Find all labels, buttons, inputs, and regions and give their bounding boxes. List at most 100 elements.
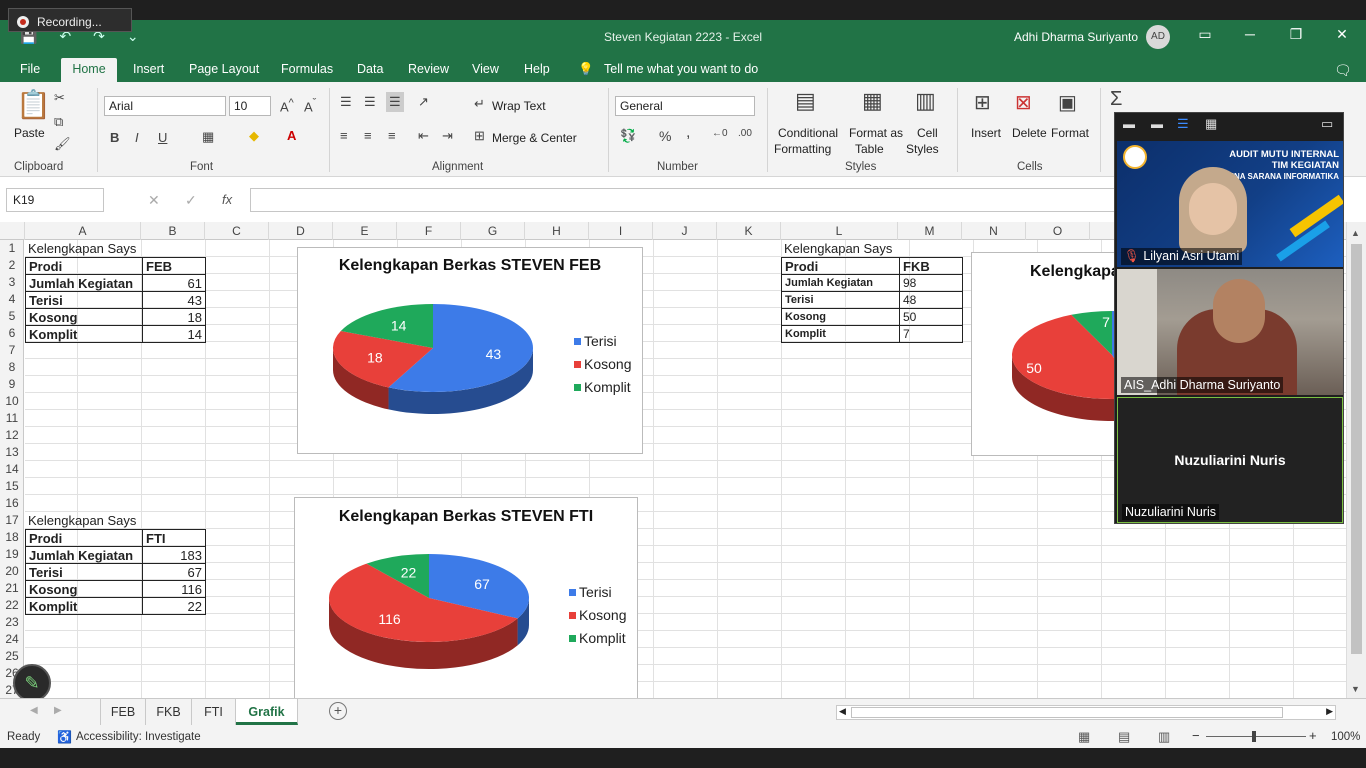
conditional-formatting-button[interactable]: Conditional xyxy=(778,126,838,140)
name-box[interactable]: K19 xyxy=(6,188,104,212)
cut-icon[interactable]: ✂ xyxy=(54,90,65,106)
increase-decimal-icon[interactable]: ←0 xyxy=(712,128,728,139)
tab-data[interactable]: Data xyxy=(357,62,383,76)
insert-function-button[interactable]: fx xyxy=(222,192,232,207)
table-cell[interactable]: 7 xyxy=(899,325,963,343)
align-center-icon[interactable]: ≡ xyxy=(364,128,372,143)
currency-icon[interactable]: 💱 xyxy=(620,128,636,144)
col-header[interactable]: N xyxy=(962,222,1026,240)
table-title[interactable]: Kelengkapan Says xyxy=(781,240,895,257)
table-cell[interactable]: Jumlah Kegiatan xyxy=(25,274,143,292)
account-name[interactable]: Adhi Dharma Suriyanto xyxy=(1014,30,1138,44)
conditional-formatting-icon[interactable]: ▤ xyxy=(795,88,816,114)
cell-styles-icon[interactable]: ▥ xyxy=(915,88,936,114)
col-header[interactable]: G xyxy=(461,222,525,240)
table-cell[interactable]: 18 xyxy=(142,308,206,326)
scroll-down-icon[interactable]: ▼ xyxy=(1351,684,1360,694)
row-header[interactable]: 7 xyxy=(0,342,24,359)
row-header[interactable]: 15 xyxy=(0,478,24,495)
format-cells-icon[interactable]: ▣ xyxy=(1058,90,1077,115)
underline-button[interactable]: U xyxy=(158,130,167,145)
accessibility-status[interactable]: Accessibility: Investigate xyxy=(76,731,201,743)
orientation-icon[interactable]: ↗ xyxy=(418,94,429,110)
row-header[interactable]: 6 xyxy=(0,325,24,342)
row-header[interactable]: 25 xyxy=(0,648,24,665)
enter-icon[interactable]: ✓ xyxy=(185,192,197,209)
zoom-out-icon[interactable]: − xyxy=(1192,728,1200,743)
align-left-icon[interactable]: ≡ xyxy=(340,128,348,143)
participant-tile[interactable]: AUDIT MUTU INTERNAL TIM KEGIATAN BINA SA… xyxy=(1117,141,1343,267)
zoom-slider-thumb[interactable] xyxy=(1252,731,1256,742)
row-header[interactable]: 11 xyxy=(0,410,24,427)
col-header[interactable]: C xyxy=(205,222,269,240)
col-header[interactable]: F xyxy=(397,222,461,240)
table-header[interactable]: FTI xyxy=(142,529,206,547)
table-cell[interactable]: Komplit xyxy=(25,597,143,615)
align-middle-icon[interactable]: ☰ xyxy=(364,94,376,110)
row-header[interactable]: 17 xyxy=(0,512,24,529)
horizontal-scrollbar[interactable]: ◀ ▶ xyxy=(836,705,1336,720)
table-cell[interactable]: Kosong xyxy=(25,580,143,598)
number-format-select[interactable]: General xyxy=(615,96,755,116)
table-title[interactable]: Kelengkapan Says xyxy=(25,240,139,257)
zoom-level[interactable]: 100% xyxy=(1331,731,1360,743)
col-header[interactable]: L xyxy=(781,222,898,240)
tab-formulas[interactable]: Formulas xyxy=(281,62,333,76)
gallery-view-icon[interactable]: ▦ xyxy=(1205,116,1217,132)
restore-button[interactable]: ❐ xyxy=(1286,26,1306,43)
format-cells-button[interactable]: Format xyxy=(1051,126,1089,140)
row-header[interactable]: 22 xyxy=(0,597,24,614)
sheet-tab-feb[interactable]: FEB xyxy=(100,699,146,725)
sheet-tab-fkb[interactable]: FKB xyxy=(146,699,192,725)
tab-review[interactable]: Review xyxy=(408,62,449,76)
row-header[interactable]: 23 xyxy=(0,614,24,631)
table-header[interactable]: Prodi xyxy=(781,257,900,275)
table-cell[interactable]: 183 xyxy=(142,546,206,564)
wrap-text-button[interactable]: Wrap Text xyxy=(492,99,546,113)
col-header[interactable]: K xyxy=(717,222,781,240)
zoom-in-icon[interactable]: + xyxy=(1309,728,1317,743)
align-right-icon[interactable]: ≡ xyxy=(388,128,396,143)
tell-me-search[interactable]: Tell me what you want to do xyxy=(604,62,758,76)
exit-fullscreen-icon[interactable]: ▭ xyxy=(1321,116,1333,132)
align-bottom-icon[interactable]: ☰ xyxy=(386,92,404,112)
table-cell[interactable]: 22 xyxy=(142,597,206,615)
fill-color-icon[interactable]: ◆ xyxy=(249,128,259,144)
copy-icon[interactable]: ⧉ xyxy=(54,114,63,130)
tab-view[interactable]: View xyxy=(472,62,499,76)
table-cell[interactable]: Komplit xyxy=(25,325,143,343)
avatar[interactable]: AD xyxy=(1146,25,1170,49)
sheet-tab-grafik[interactable]: Grafik xyxy=(236,699,298,725)
comments-icon[interactable]: 🗨 xyxy=(1334,62,1352,79)
table-cell[interactable]: Terisi xyxy=(25,563,143,581)
paste-button[interactable]: Paste xyxy=(14,126,45,140)
row-header[interactable]: 9 xyxy=(0,376,24,393)
table-title[interactable]: Kelengkapan Says xyxy=(25,512,139,529)
col-header[interactable]: M xyxy=(898,222,962,240)
row-header[interactable]: 10 xyxy=(0,393,24,410)
row-header[interactable]: 14 xyxy=(0,461,24,478)
table-cell[interactable]: Terisi xyxy=(25,291,143,309)
recording-indicator[interactable]: Recording... xyxy=(8,8,132,32)
table-cell[interactable]: 61 xyxy=(142,274,206,292)
tab-home[interactable]: Home xyxy=(61,58,117,82)
next-sheet-icon[interactable]: ▶ xyxy=(54,705,62,716)
zoom-meeting-panel[interactable]: ▬ ▬ ☰ ▦ ▭ AUDIT MUTU INTERNAL TIM KEGIAT… xyxy=(1114,112,1344,524)
cancel-icon[interactable]: ✕ xyxy=(148,192,160,209)
row-header[interactable]: 8 xyxy=(0,359,24,376)
table-header[interactable]: Prodi xyxy=(25,257,143,275)
borders-icon[interactable]: ▦ xyxy=(202,129,214,145)
cell-styles-button[interactable]: Cell xyxy=(917,126,938,140)
decrease-decimal-icon[interactable]: .00 xyxy=(738,128,752,139)
increase-font-icon[interactable]: A^ xyxy=(280,97,294,114)
row-header[interactable]: 12 xyxy=(0,427,24,444)
format-painter-icon[interactable]: 🖌 xyxy=(54,136,71,152)
tab-insert[interactable]: Insert xyxy=(133,62,164,76)
participant-tile-active-speaker[interactable]: Nuzuliarini Nuris Nuzuliarini Nuris xyxy=(1117,397,1343,523)
table-cell[interactable]: Jumlah Kegiatan xyxy=(25,546,143,564)
table-cell[interactable]: Kosong xyxy=(25,308,143,326)
minimize-icon[interactable]: ▬ xyxy=(1123,117,1135,131)
speaker-view-icon[interactable]: ▬ xyxy=(1151,117,1163,131)
wrap-text-icon[interactable]: ↵ xyxy=(474,96,485,112)
row-header[interactable]: 21 xyxy=(0,580,24,597)
